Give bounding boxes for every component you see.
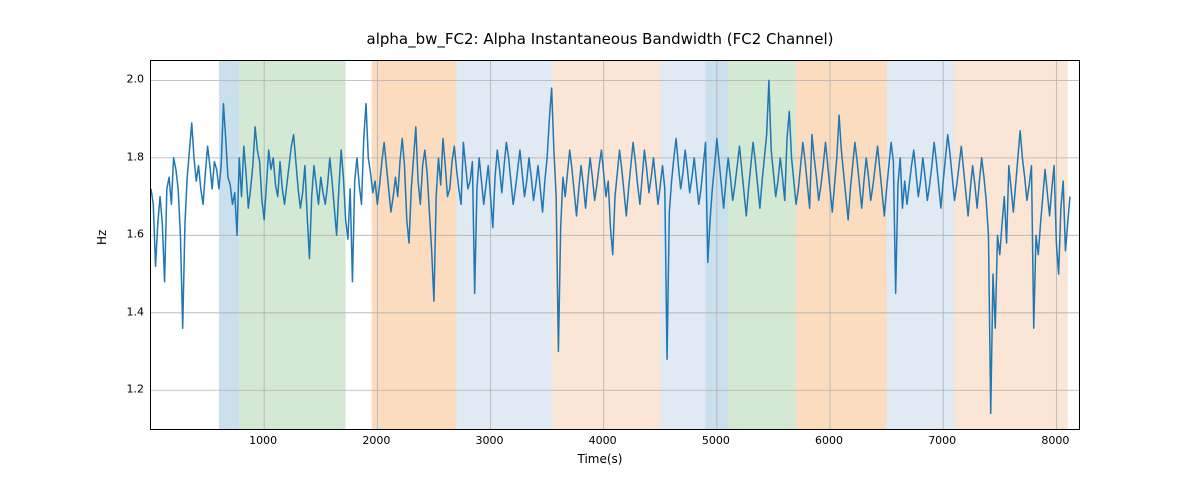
- y-axis-label: Hz: [95, 230, 109, 245]
- x-tick-label: 2000: [362, 434, 390, 447]
- shaded-region: [728, 61, 796, 429]
- shaded-region: [372, 61, 457, 429]
- shaded-region: [219, 61, 239, 429]
- y-tick-label: 1.4: [118, 305, 144, 318]
- shaded-region: [796, 61, 887, 429]
- plot-area: [150, 60, 1080, 430]
- shaded-region: [553, 61, 661, 429]
- x-tick-label: 6000: [815, 434, 843, 447]
- y-tick-label: 1.6: [118, 228, 144, 241]
- shaded-region: [660, 61, 705, 429]
- chart-title: alpha_bw_FC2: Alpha Instantaneous Bandwi…: [0, 30, 1200, 48]
- figure: alpha_bw_FC2: Alpha Instantaneous Bandwi…: [0, 0, 1200, 500]
- x-axis-label: Time(s): [0, 452, 1200, 466]
- x-tick-label: 1000: [249, 434, 277, 447]
- y-tick-label: 1.8: [118, 150, 144, 163]
- x-tick-label: 3000: [476, 434, 504, 447]
- x-tick-label: 5000: [702, 434, 730, 447]
- plot-svg: [151, 61, 1079, 429]
- y-tick-label: 2.0: [118, 73, 144, 86]
- shaded-region: [457, 61, 553, 429]
- y-tick-label: 1.2: [118, 383, 144, 396]
- x-tick-label: 8000: [1041, 434, 1069, 447]
- x-tick-label: 7000: [928, 434, 956, 447]
- x-tick-label: 4000: [589, 434, 617, 447]
- shaded-region: [955, 61, 1068, 429]
- shaded-region: [239, 61, 345, 429]
